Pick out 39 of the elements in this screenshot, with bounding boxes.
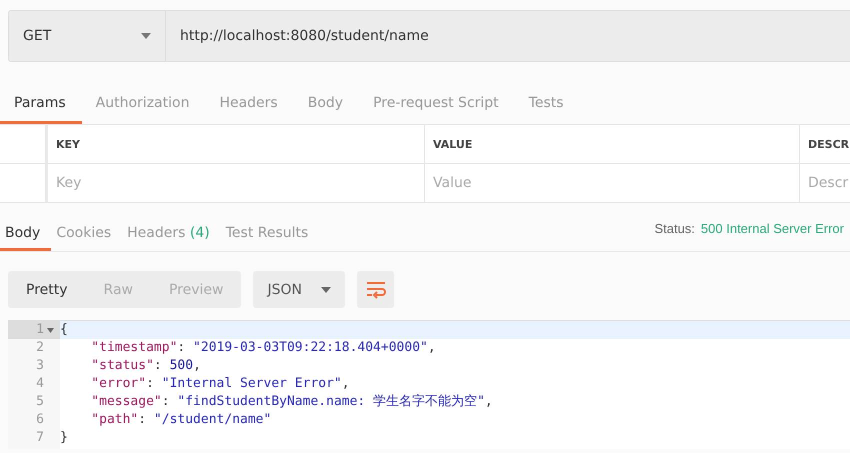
fold-caret-icon[interactable] bbox=[46, 328, 54, 332]
tab[interactable]: Cookies bbox=[51, 217, 122, 251]
table-input-field[interactable]: Value bbox=[433, 175, 799, 191]
tab[interactable]: Headers (4) bbox=[122, 217, 221, 251]
format-dropdown[interactable]: JSON bbox=[253, 271, 346, 308]
column-header: DESCR bbox=[807, 136, 850, 152]
line-number: 4 bbox=[36, 375, 44, 393]
code-line: "timestamp": "2019-03-03T09:22:18.404+0000", bbox=[90, 339, 436, 357]
tab[interactable]: Body bbox=[294, 86, 360, 124]
column-header: VALUE bbox=[425, 125, 800, 163]
code-line: "path": "/student/name" bbox=[90, 411, 272, 429]
column-header: KEY bbox=[48, 125, 425, 163]
tab[interactable]: Tests bbox=[514, 86, 580, 124]
table-input-field[interactable]: Descr bbox=[808, 175, 850, 191]
tab[interactable]: Body bbox=[0, 217, 52, 251]
tab[interactable]: Headers bbox=[205, 86, 294, 124]
view-mode-tab[interactable]: Preview bbox=[150, 271, 242, 308]
table-input-field[interactable]: Key bbox=[56, 175, 424, 191]
code-line: { bbox=[60, 321, 68, 339]
tab[interactable]: Authorization bbox=[82, 86, 206, 124]
line-number: 2 bbox=[36, 339, 44, 357]
wrap-lines-icon bbox=[366, 280, 386, 298]
line-number: 5 bbox=[36, 393, 44, 411]
line-number: 7 bbox=[36, 429, 44, 447]
code-line: } bbox=[60, 429, 68, 447]
line-number: 3 bbox=[36, 357, 44, 375]
status-label: Status: bbox=[654, 221, 695, 236]
line-number: 6 bbox=[36, 411, 44, 429]
view-mode-tab[interactable]: Raw bbox=[86, 271, 151, 308]
code-line: "error": "Internal Server Error", bbox=[90, 375, 350, 393]
wrap-lines-button[interactable] bbox=[357, 271, 394, 308]
tab[interactable]: Test Results bbox=[220, 217, 320, 251]
code-line: "message": "findStudentByName.name: 学生名字不能为空", bbox=[90, 393, 493, 411]
line-number: 1 bbox=[36, 321, 44, 339]
caret-icon bbox=[321, 286, 332, 292]
view-mode-tab[interactable]: Pretty bbox=[8, 271, 86, 308]
code-line: "status": 500, bbox=[90, 357, 201, 375]
status-value: 500 Internal Server Error bbox=[700, 221, 844, 236]
tab[interactable]: Pre-request Script bbox=[359, 86, 515, 124]
